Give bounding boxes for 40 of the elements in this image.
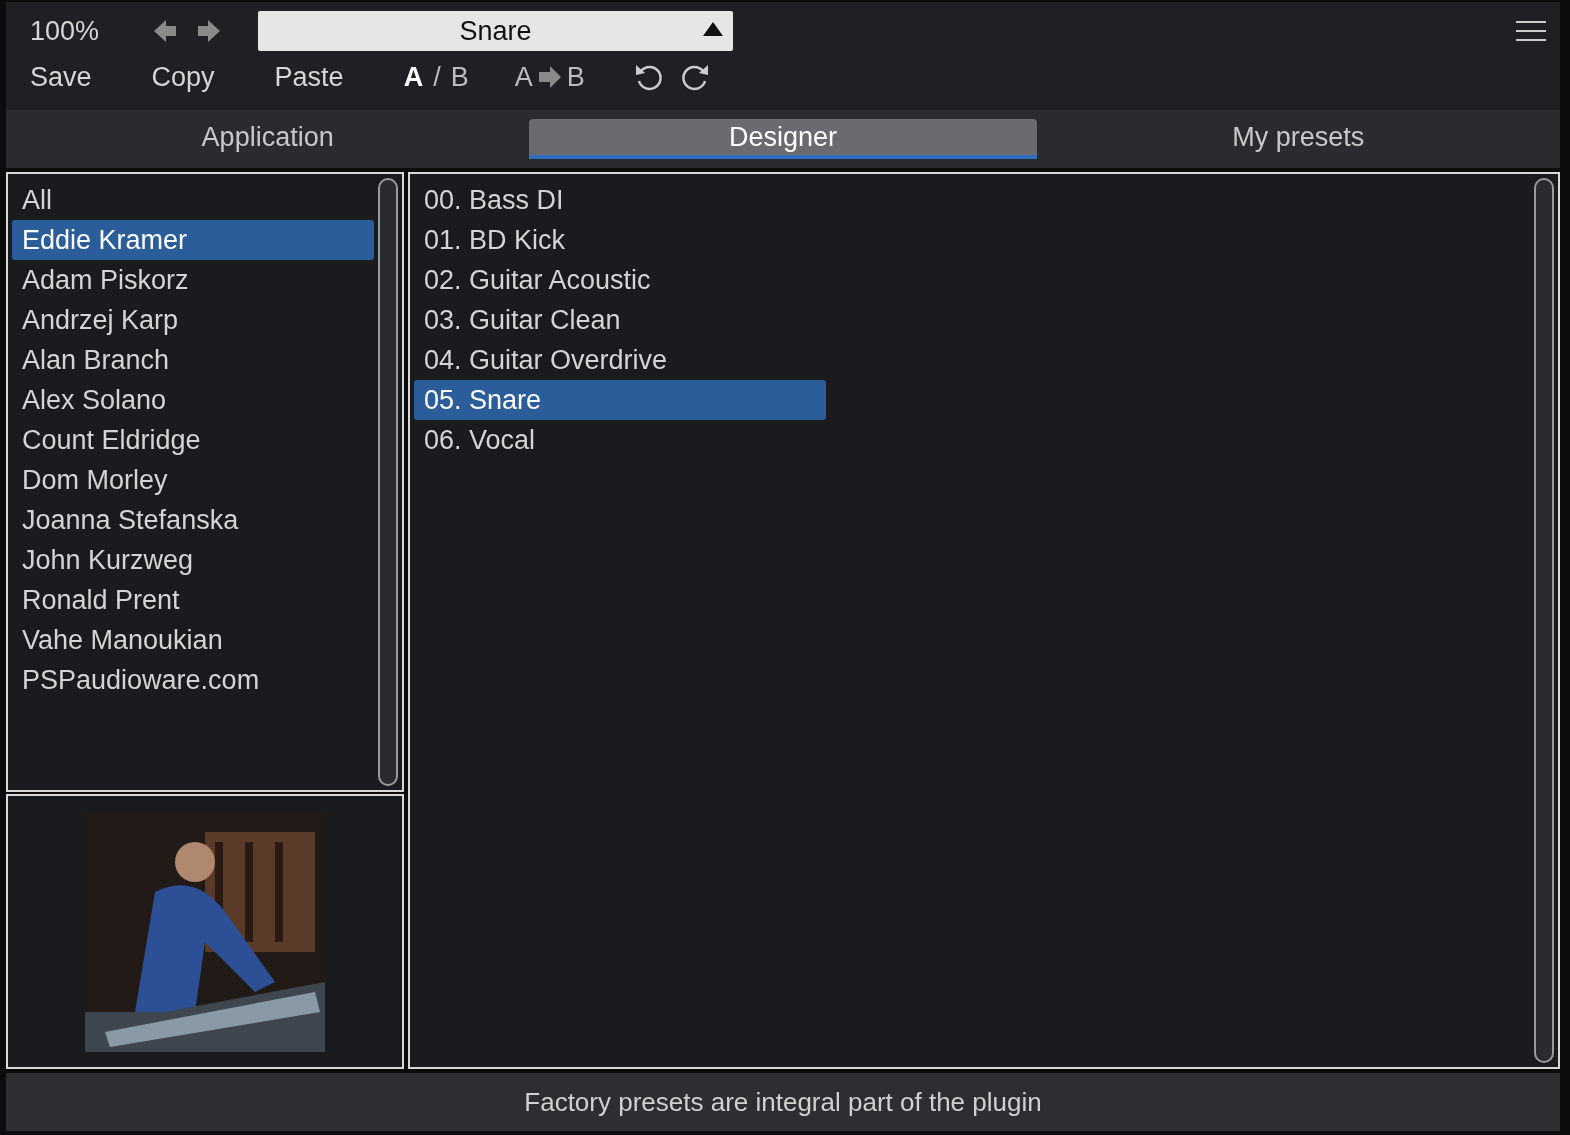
designer-item[interactable]: Adam Piskorz <box>12 260 374 300</box>
action-button[interactable]: Copy <box>151 61 215 93</box>
copy-ab-button[interactable]: A B <box>514 61 585 93</box>
next-arrow-icon[interactable] <box>196 18 222 44</box>
preset-item[interactable]: 05. Snare <box>414 380 826 420</box>
preset-item[interactable]: 04. Guitar Overdrive <box>414 340 826 380</box>
designer-item[interactable]: Eddie Kramer <box>12 220 374 260</box>
ab-toggle[interactable]: B <box>450 61 469 93</box>
scrollbar[interactable] <box>1534 178 1554 1063</box>
scrollbar[interactable] <box>378 178 398 786</box>
designer-item[interactable]: John Kurzweg <box>12 540 374 580</box>
designer-item[interactable]: PSPaudioware.com <box>12 660 374 700</box>
previous-arrow-icon[interactable] <box>152 18 178 44</box>
designer-item[interactable]: Ronald Prent <box>12 580 374 620</box>
designer-item[interactable]: Joanna Stefanska <box>12 500 374 540</box>
ab-toggle[interactable]: A <box>403 61 424 93</box>
tab[interactable]: My presets <box>1044 119 1552 159</box>
preset-item[interactable]: 06. Vocal <box>414 420 826 460</box>
designer-item[interactable]: Dom Morley <box>12 460 374 500</box>
zoom-level[interactable]: 100% <box>30 15 152 47</box>
preset-item[interactable]: 00. Bass DI <box>414 180 826 220</box>
designer-item[interactable]: Vahe Manoukian <box>12 620 374 660</box>
designer-item[interactable]: Andrzej Karp <box>12 300 374 340</box>
right-arrow-icon <box>538 66 561 88</box>
preset-item[interactable]: 03. Guitar Clean <box>414 300 826 340</box>
designer-item[interactable]: Alex Solano <box>12 380 374 420</box>
designer-item[interactable]: All <box>12 180 374 220</box>
preset-dropdown[interactable]: Snare <box>258 11 733 51</box>
designer-item[interactable]: Alan Branch <box>12 340 374 380</box>
menu-icon[interactable] <box>1516 20 1546 42</box>
tab[interactable]: Designer <box>529 119 1037 159</box>
designer-item[interactable]: Count Eldridge <box>12 420 374 460</box>
action-button[interactable]: Paste <box>274 61 344 93</box>
separator-text: / <box>433 61 441 93</box>
preset-item[interactable]: 01. BD Kick <box>414 220 826 260</box>
tab[interactable]: Application <box>14 119 522 159</box>
triangle-up-icon <box>703 22 723 36</box>
status-bar: Factory presets are integral part of the plugin <box>6 1073 1560 1131</box>
action-button[interactable]: Save <box>30 61 92 93</box>
preset-item[interactable]: 02. Guitar Acoustic <box>414 260 826 300</box>
